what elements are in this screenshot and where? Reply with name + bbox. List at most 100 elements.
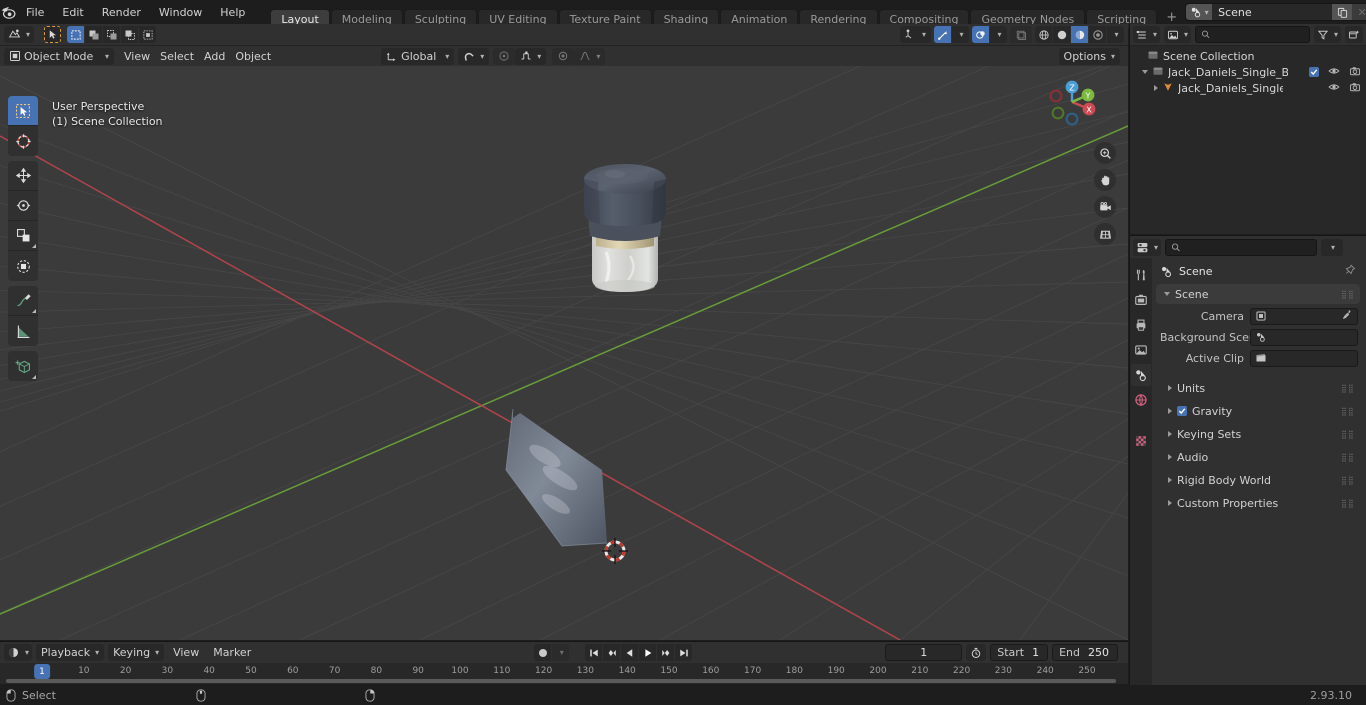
- collection-checkbox[interactable]: [1309, 67, 1319, 77]
- zoom-icon[interactable]: [1094, 142, 1116, 164]
- navigation-gizmo[interactable]: Z Y X: [1040, 70, 1104, 134]
- new-scene-button[interactable]: [1332, 4, 1353, 20]
- menu-render[interactable]: Render: [93, 3, 150, 21]
- timeline-menu-view[interactable]: View: [168, 644, 204, 661]
- object-mode-selector[interactable]: Object Mode ▾: [4, 47, 114, 65]
- scene-selector[interactable]: ▾ Scene ✕: [1185, 3, 1366, 21]
- background-scene-field[interactable]: [1250, 328, 1358, 346]
- falloff-curve-selector[interactable]: ▾: [574, 47, 606, 65]
- end-frame-field[interactable]: End 250: [1052, 644, 1118, 661]
- panel-units-header[interactable]: Units ⣿⣿: [1160, 378, 1360, 398]
- jump-end-icon[interactable]: [675, 644, 693, 661]
- select-difference-icon[interactable]: [121, 26, 139, 43]
- current-frame-field[interactable]: 1: [885, 644, 963, 661]
- outliner-new-collection-button[interactable]: [1345, 26, 1363, 43]
- tab-render[interactable]: [1131, 289, 1151, 311]
- outliner-editor[interactable]: ▾ ▾ ▾ Scene Collection Jack_Daniels_Sing…: [1129, 24, 1366, 234]
- shading-solid-icon[interactable]: [1053, 26, 1070, 43]
- object-type-visibility-button[interactable]: ▾: [899, 26, 931, 43]
- snap-magnet-toggle[interactable]: ▾: [458, 47, 490, 65]
- tab-view-layer[interactable]: [1131, 339, 1151, 361]
- viewport-scene-canvas[interactable]: [0, 66, 1128, 640]
- unlink-scene-button[interactable]: ✕: [1352, 4, 1366, 20]
- proportional-falloff-selector[interactable]: ▾: [515, 47, 547, 65]
- render-camera-icon[interactable]: [1349, 81, 1361, 96]
- transform-orientation-selector[interactable]: Global ▾: [381, 47, 455, 65]
- play-icon[interactable]: [639, 644, 657, 661]
- timeline-editor-type-selector[interactable]: ▾: [4, 644, 33, 661]
- xray-toggle[interactable]: [1010, 26, 1032, 43]
- select-intersect-icon[interactable]: [139, 26, 157, 43]
- tool-move[interactable]: [8, 161, 38, 191]
- properties-editor[interactable]: ▾ ▾ Scene Scene ⣿⣿ Camera Background Sce…: [1129, 235, 1366, 685]
- select-box-icon[interactable]: [67, 26, 85, 43]
- tool-add-cube[interactable]: [8, 351, 38, 381]
- start-frame-field[interactable]: Start 1: [990, 644, 1049, 661]
- menu-file[interactable]: File: [17, 3, 53, 21]
- timeline-hscrollbar[interactable]: [0, 679, 1128, 684]
- viewport-menu-object[interactable]: Object: [230, 48, 276, 65]
- proportional-edit-toggle[interactable]: [493, 47, 516, 65]
- menu-window[interactable]: Window: [150, 3, 211, 21]
- disclosure-triangle-icon[interactable]: [1168, 500, 1172, 506]
- disclosure-triangle-icon[interactable]: [1154, 85, 1158, 91]
- disclosure-triangle-icon[interactable]: [1168, 454, 1172, 460]
- outliner-filter-button[interactable]: ▾: [1313, 26, 1341, 43]
- auto-keying-options-chevron-icon[interactable]: ▾: [552, 644, 570, 661]
- gravity-checkbox[interactable]: [1177, 406, 1187, 416]
- play-reverse-icon[interactable]: [621, 644, 639, 661]
- tool-rotate[interactable]: [8, 191, 38, 221]
- show-overlays-toggle[interactable]: [972, 26, 989, 43]
- outliner-search-input[interactable]: [1195, 26, 1310, 43]
- outliner-row-scene-collection[interactable]: Scene Collection: [1130, 48, 1366, 64]
- render-camera-icon[interactable]: [1349, 65, 1361, 80]
- tool-cursor[interactable]: [8, 126, 38, 156]
- timeline-playhead[interactable]: 1: [34, 664, 50, 679]
- viewport-3d[interactable]: ▾ Object Mode ▾ View Select Add Object G…: [0, 24, 1128, 640]
- tab-world[interactable]: [1131, 389, 1151, 411]
- properties-search-input[interactable]: [1165, 238, 1318, 256]
- select-subtract-icon[interactable]: [103, 26, 121, 43]
- timeline-editor[interactable]: ▾ Playback ▾ Keying ▾ View Marker ▾ 1 St…: [0, 641, 1128, 684]
- disclosure-triangle-icon[interactable]: [1168, 385, 1172, 391]
- outliner-row-object-jack-daniels[interactable]: Jack_Daniels_Single_Barr: [1130, 80, 1366, 96]
- editor-type-selector[interactable]: ▾: [4, 26, 35, 43]
- gizmo-options-chevron-icon[interactable]: ▾: [952, 26, 969, 43]
- tool-measure[interactable]: [8, 316, 38, 346]
- panel-custom-properties-header[interactable]: Custom Properties ⣿⣿: [1160, 493, 1360, 513]
- panel-scene-header[interactable]: Scene ⣿⣿: [1156, 284, 1360, 304]
- active-clip-field[interactable]: [1250, 349, 1358, 367]
- menu-edit[interactable]: Edit: [53, 3, 92, 21]
- tool-annotate[interactable]: [8, 286, 38, 316]
- prev-keyframe-icon[interactable]: [603, 644, 621, 661]
- timeline-menu-keying[interactable]: Keying ▾: [108, 644, 165, 661]
- shading-rendered-icon[interactable]: [1089, 26, 1106, 43]
- tool-scale[interactable]: [8, 221, 38, 251]
- pin-icon[interactable]: [1344, 264, 1356, 279]
- viewport-menu-view[interactable]: View: [119, 48, 155, 65]
- use-preview-range-button[interactable]: [966, 644, 987, 661]
- camera-field[interactable]: [1250, 307, 1358, 325]
- properties-options-button[interactable]: ▾: [1321, 238, 1344, 256]
- menu-help[interactable]: Help: [211, 3, 254, 21]
- disclosure-triangle-icon[interactable]: [1168, 477, 1172, 483]
- outliner-editor-type-selector[interactable]: ▾: [1133, 26, 1161, 43]
- properties-editor-type-selector[interactable]: ▾: [1133, 238, 1162, 256]
- panel-keying-sets-header[interactable]: Keying Sets ⣿⣿: [1160, 424, 1360, 444]
- disclosure-triangle-icon[interactable]: [1142, 70, 1148, 74]
- show-gizmo-toggle[interactable]: [934, 26, 951, 43]
- viewport-menu-add[interactable]: Add: [199, 48, 230, 65]
- outliner-display-mode-selector[interactable]: ▾: [1164, 26, 1192, 43]
- shading-wireframe-icon[interactable]: [1035, 26, 1052, 43]
- viewport-menu-select[interactable]: Select: [155, 48, 199, 65]
- properties-search-field[interactable]: [1184, 240, 1312, 254]
- next-keyframe-icon[interactable]: [657, 644, 675, 661]
- tab-tool[interactable]: [1131, 264, 1151, 286]
- outliner-search-field[interactable]: [1214, 28, 1304, 41]
- panel-audio-header[interactable]: Audio ⣿⣿: [1160, 447, 1360, 467]
- scene-name-field[interactable]: Scene: [1212, 4, 1333, 20]
- select-extend-icon[interactable]: [85, 26, 103, 43]
- snap-to-toggle[interactable]: [552, 47, 575, 65]
- visibility-eye-icon[interactable]: [1328, 81, 1340, 96]
- tab-texture[interactable]: [1131, 430, 1151, 452]
